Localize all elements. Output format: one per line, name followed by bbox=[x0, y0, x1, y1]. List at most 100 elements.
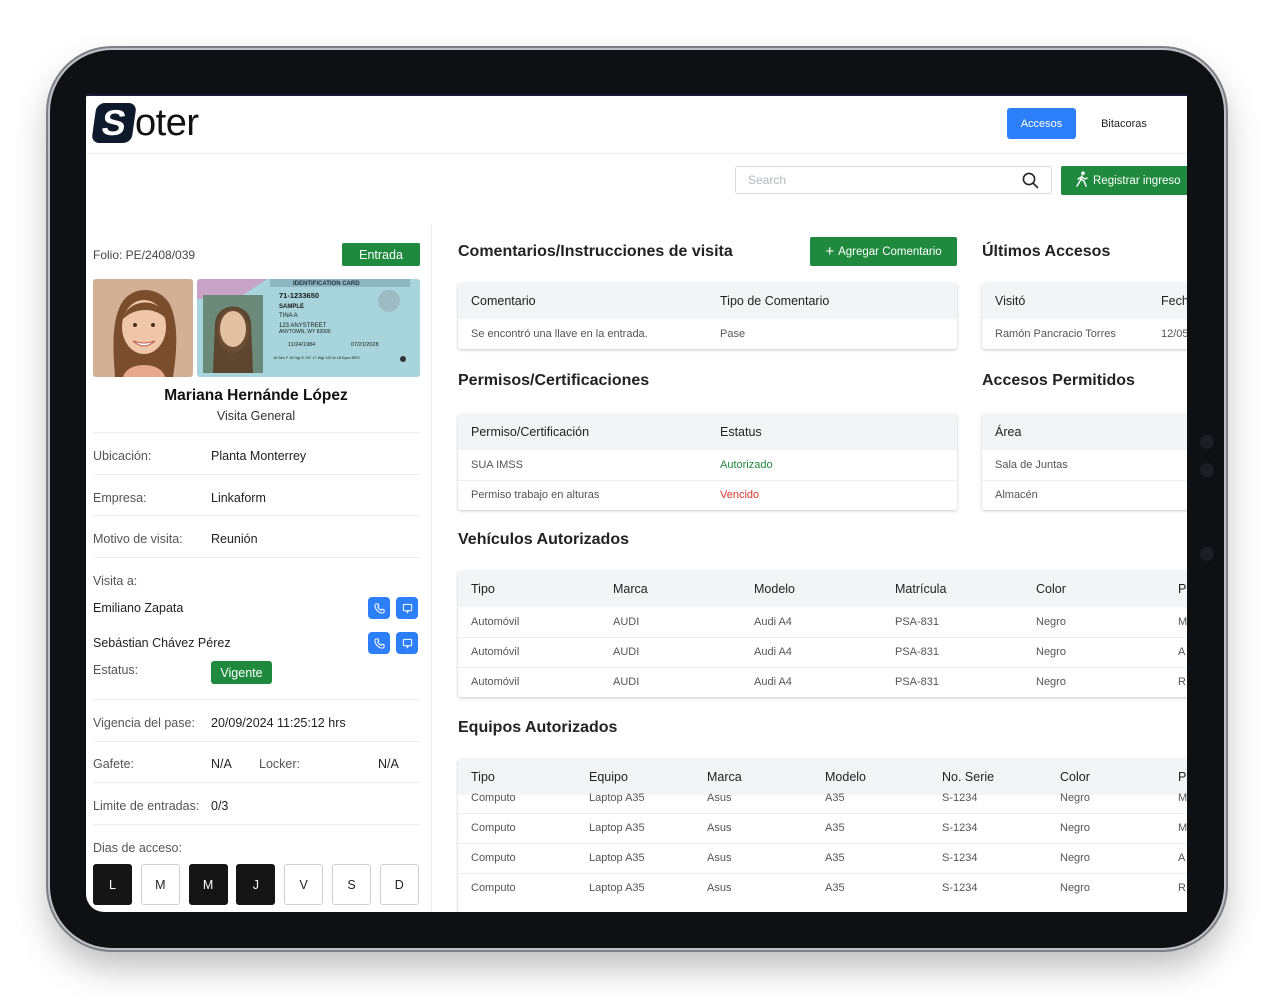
call-host-button[interactable] bbox=[368, 632, 390, 654]
column-header: Tipo bbox=[471, 770, 495, 784]
agregar-comentario-button[interactable]: + Agregar Comentario bbox=[810, 237, 957, 266]
comentarios-table: Comentario Tipo de Comentario Se encontr… bbox=[458, 283, 957, 349]
limite-value: 0/3 bbox=[211, 799, 229, 813]
permisos-table: Permiso/Certificación Estatus SUA IMSS A… bbox=[458, 414, 957, 510]
row-divider bbox=[458, 873, 1187, 874]
column-header: Equipo bbox=[589, 770, 628, 784]
column-header: Estatus bbox=[720, 425, 762, 439]
table-cell: Computo bbox=[471, 882, 516, 894]
column-header: Área bbox=[995, 425, 1022, 439]
accesos-permitidos-table: Área Sala de Juntas Almacén bbox=[982, 414, 1187, 510]
column-header: P bbox=[1178, 770, 1187, 784]
empresa-label: Empresa: bbox=[93, 491, 147, 505]
table-cell: S-1234 bbox=[942, 882, 978, 894]
status-expired: Vencido bbox=[720, 489, 760, 501]
table-cell: Asus bbox=[707, 822, 732, 834]
table-cell: R bbox=[1178, 882, 1186, 894]
plus-icon: + bbox=[825, 243, 835, 260]
comentarios-title: Comentarios/Instrucciones de visita bbox=[458, 243, 733, 260]
table-cell: A35 bbox=[825, 882, 845, 894]
table-cell: PSA-831 bbox=[895, 646, 940, 658]
vigencia-label: Vigencia del pase: bbox=[93, 716, 195, 730]
table-cell: Sala de Juntas bbox=[995, 459, 1068, 471]
table-cell: PSA-831 bbox=[895, 676, 940, 688]
day-toggle[interactable]: D bbox=[379, 864, 419, 905]
day-toggle[interactable]: S bbox=[332, 864, 371, 905]
table-cell: Laptop A35 bbox=[589, 852, 645, 864]
message-host-button[interactable] bbox=[396, 632, 418, 654]
phone-icon bbox=[373, 637, 385, 649]
table-cell: Automóvil bbox=[471, 676, 520, 688]
column-header: Modelo bbox=[825, 770, 866, 784]
table-cell: Negro bbox=[1036, 676, 1066, 688]
search-icon[interactable] bbox=[1022, 172, 1039, 194]
estatus-badge: Vigente bbox=[211, 661, 272, 684]
table-cell: Asus bbox=[707, 882, 732, 894]
app-screen: S oter Accesos Bitacoras Registrar ingre… bbox=[86, 94, 1187, 912]
soter-logo[interactable]: S oter bbox=[91, 102, 212, 144]
table-cell: Automóvil bbox=[471, 646, 520, 658]
table-cell: M bbox=[1178, 616, 1187, 628]
table-cell: 12/05 bbox=[1161, 328, 1187, 340]
visita-a-label: Visita a: bbox=[93, 574, 138, 588]
row-divider bbox=[458, 843, 1187, 844]
table-cell: Computo bbox=[471, 822, 516, 834]
nav-bitacoras-button[interactable]: Bitacoras bbox=[1089, 108, 1159, 139]
estatus-label: Estatus: bbox=[93, 663, 139, 677]
visitor-photo bbox=[93, 279, 193, 377]
table-cell: Audi A4 bbox=[754, 616, 792, 628]
table-cell: A35 bbox=[825, 792, 845, 804]
day-toggle[interactable]: M bbox=[140, 864, 180, 905]
table-cell: Laptop A35 bbox=[589, 882, 645, 894]
column-header: Visitó bbox=[995, 294, 1026, 308]
day-toggle[interactable]: V bbox=[284, 864, 324, 905]
column-header: Color bbox=[1036, 582, 1066, 596]
search-input[interactable] bbox=[736, 167, 1006, 193]
folio-text: Folio: PE/2408/039 bbox=[93, 248, 196, 262]
table-cell: A bbox=[1178, 646, 1186, 658]
column-header: Tipo de Comentario bbox=[720, 294, 830, 308]
vehiculos-title: Vehículos Autorizados bbox=[458, 531, 629, 548]
row-divider bbox=[458, 637, 1187, 638]
table-cell: Negro bbox=[1060, 882, 1090, 894]
id-card-header: IDENTIFICATION CARD bbox=[293, 281, 360, 287]
ultimos-accesos-title: Últimos Accesos bbox=[982, 243, 1111, 260]
empresa-value: Linkaform bbox=[211, 491, 266, 505]
row-divider bbox=[982, 480, 1187, 481]
limite-label: Limite de entradas: bbox=[93, 799, 200, 813]
status-authorized: Autorizado bbox=[720, 459, 773, 471]
column-header: Fech bbox=[1161, 294, 1187, 308]
day-toggle[interactable]: L bbox=[93, 864, 132, 905]
day-toggle[interactable]: J bbox=[236, 864, 276, 905]
visitor-name: Mariana Hernánde López bbox=[164, 387, 348, 404]
nav-accesos-button[interactable]: Accesos bbox=[1007, 108, 1076, 139]
column-header: Comentario bbox=[471, 294, 536, 308]
table-cell: Computo bbox=[471, 792, 516, 804]
motivo-label: Motivo de visita: bbox=[93, 532, 183, 546]
id-card-line1: SAMPLE bbox=[279, 304, 304, 310]
table-header bbox=[458, 571, 1187, 607]
equipos-title: Equipos Autorizados bbox=[458, 719, 618, 736]
column-header: Tipo bbox=[471, 582, 495, 596]
id-card-line4: ANYTOWN, WY 82000 bbox=[279, 329, 331, 335]
call-host-button[interactable] bbox=[368, 597, 390, 619]
day-toggle[interactable]: M bbox=[188, 864, 228, 905]
table-cell: Se encontró una llave en la entrada. bbox=[471, 328, 648, 340]
id-card-exp: 07/21/2028 bbox=[351, 342, 379, 348]
host-name: Emiliano Zapata bbox=[93, 601, 184, 615]
table-cell: Negro bbox=[1036, 646, 1066, 658]
registrar-ingreso-button[interactable]: Registrar ingreso bbox=[1061, 166, 1187, 195]
row-divider bbox=[458, 667, 1187, 668]
column-header: Permiso/Certificación bbox=[471, 425, 590, 439]
id-card-stats: 16 Sex F 18 Hgt 5'-03" 17 Wgt 120 lb 18 … bbox=[273, 356, 360, 360]
table-cell: Negro bbox=[1060, 792, 1090, 804]
table-cell: Audi A4 bbox=[754, 646, 792, 658]
message-icon bbox=[402, 638, 412, 649]
locker-label: Locker: bbox=[259, 757, 300, 771]
message-host-button[interactable] bbox=[396, 597, 418, 619]
table-cell: M bbox=[1178, 822, 1187, 834]
table-cell: Automóvil bbox=[471, 616, 520, 628]
column-header: Color bbox=[1060, 770, 1090, 784]
ubicacion-label: Ubicación: bbox=[93, 449, 152, 463]
table-cell: PSA-831 bbox=[895, 616, 940, 628]
